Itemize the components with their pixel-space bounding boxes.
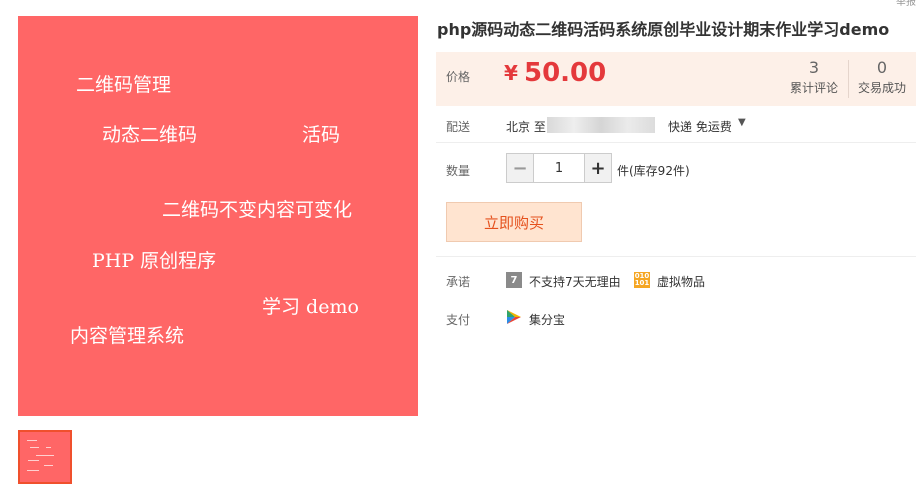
image-tag: 学习 demo [262,296,359,318]
quantity-stepper: − + [506,153,612,183]
sales-count-stat: 0 交易成功 [849,58,915,96]
sales-count-label: 交易成功 [857,81,906,95]
report-link[interactable]: 举报 [896,0,916,8]
shipping-origin: 北京 至 [506,120,546,134]
review-count: 3 [808,58,820,77]
review-count-label: 累计评论 [789,81,838,95]
image-tag: 内容管理系统 [70,325,185,347]
payment-method: 集分宝 [529,313,566,327]
image-tag: PHP 原创程序 [92,250,217,272]
jifenbao-icon [507,310,521,324]
chevron-down-icon[interactable]: ▼ [738,117,746,128]
shipping-label: 配送 [446,120,471,134]
promise-item-virtual: 虚拟物品 [657,275,706,289]
price-label: 价格 [446,70,471,84]
quantity-input[interactable] [534,154,584,182]
price-value: 50.00 [524,58,607,88]
payment-label: 支付 [446,313,471,327]
promise-label: 承诺 [446,275,471,289]
price-panel: 价格 ¥ 50.00 3 累计评论 0 交易成功 [436,52,916,106]
image-tag: 动态二维码 [102,124,198,146]
product-main-image: 二维码管理 动态二维码 活码 二维码不变内容可变化 PHP 原创程序 学习 de… [18,16,418,416]
image-tag: 活码 [302,124,341,146]
product-title: php源码动态二维码活码系统原创毕业设计期末作业学习demo [437,20,890,39]
destination-selector[interactable] [547,117,655,133]
product-thumbnail[interactable] [18,430,72,484]
review-count-stat[interactable]: 3 累计评论 [781,58,847,96]
decrement-button[interactable]: − [507,154,534,182]
quantity-label: 数量 [446,164,471,178]
seven-day-icon: 7 [506,272,522,288]
shipping-method[interactable]: 快递 免运费 [668,118,732,135]
virtual-goods-icon: 010 101 [634,272,650,288]
buy-now-button[interactable]: 立即购买 [446,202,582,242]
image-tag: 二维码管理 [76,74,172,96]
stock-info: 件(库存92件) [617,164,690,178]
currency-symbol: ¥ [504,61,518,85]
image-tag: 二维码不变内容可变化 [162,199,353,221]
promise-item-no-return: 不支持7天无理由 [529,275,621,289]
divider [436,256,916,257]
divider [436,142,916,143]
increment-button[interactable]: + [584,154,611,182]
sales-count: 0 [876,58,888,77]
